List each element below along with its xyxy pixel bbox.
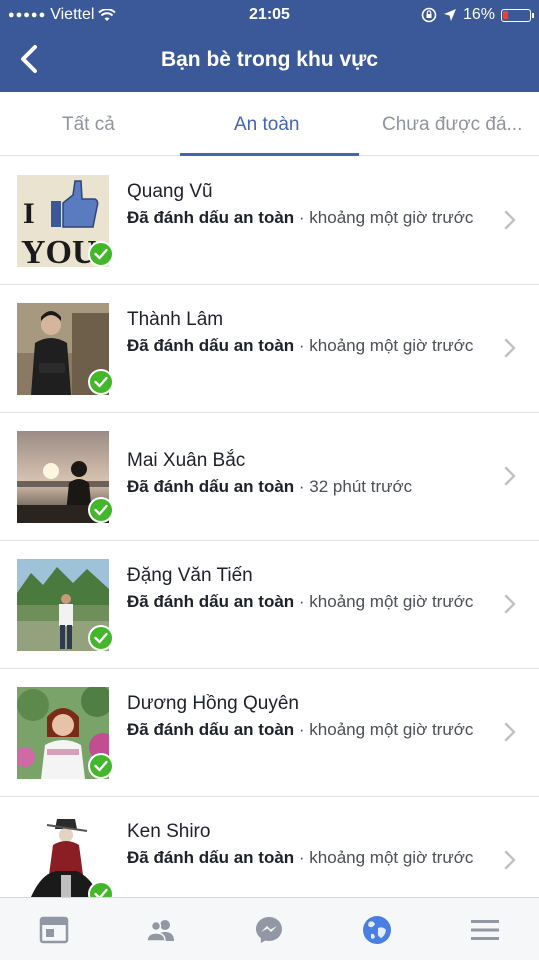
- chevron-right-icon: [504, 594, 516, 614]
- list-item[interactable]: Đặng Văn Tiến Đã đánh dấu an toàn · khoả…: [0, 541, 539, 669]
- bottom-tab-bar: [0, 897, 539, 960]
- safety-status: Đã đánh dấu an toàn · khoảng một giờ trư…: [127, 718, 477, 741]
- list-item[interactable]: Mai Xuân Bắc Đã đánh dấu an toàn · 32 ph…: [0, 413, 539, 541]
- battery-percent: 16%: [462, 6, 495, 23]
- nav-bar: Bạn bè trong khu vực: [0, 30, 539, 92]
- safety-status: Đã đánh dấu an toàn · khoảng một giờ trư…: [127, 846, 477, 869]
- safety-status: Đã đánh dấu an toàn · khoảng một giờ trư…: [127, 590, 477, 613]
- chevron-right-icon: [504, 210, 516, 230]
- safe-check-icon: [88, 369, 114, 395]
- friend-name: Mai Xuân Bắc: [127, 450, 246, 471]
- safety-status-label: Đã đánh dấu an toàn: [127, 208, 295, 227]
- safety-status-label: Đã đánh dấu an toàn: [127, 592, 295, 611]
- safety-status: Đã đánh dấu an toàn · khoảng một giờ trư…: [127, 206, 477, 229]
- friends-list: I YOU Quang Vũ Đã đánh dấu an toàn · kho…: [0, 157, 539, 897]
- chevron-right-icon: [504, 338, 516, 358]
- safety-status-time: · khoảng một giờ trước: [294, 336, 474, 355]
- safety-status-time: · khoảng một giờ trước: [294, 848, 474, 867]
- list-item[interactable]: Dương Hồng Quyên Đã đánh dấu an toàn · k…: [0, 669, 539, 797]
- safe-check-icon: [88, 241, 114, 267]
- location-icon: [443, 9, 456, 21]
- safety-status-label: Đã đánh dấu an toàn: [127, 477, 295, 496]
- chevron-right-icon: [504, 722, 516, 742]
- safety-status-label: Đã đánh dấu an toàn: [127, 720, 295, 739]
- safety-status-label: Đã đánh dấu an toàn: [127, 336, 295, 355]
- rotation-lock-icon: [421, 7, 437, 23]
- list-item[interactable]: I YOU Quang Vũ Đã đánh dấu an toàn · kho…: [0, 157, 539, 285]
- tab-not-marked[interactable]: Chưa được đá...: [382, 114, 522, 136]
- status-bar: ●●●●● Viettel 21:05 16%: [0, 0, 539, 30]
- svg-text:YOU: YOU: [21, 234, 97, 267]
- list-item[interactable]: Thành Lâm Đã đánh dấu an toàn · khoảng m…: [0, 285, 539, 413]
- friend-name: Quang Vũ: [127, 181, 213, 202]
- menu-icon[interactable]: [469, 914, 501, 946]
- active-tab-indicator: [180, 153, 359, 156]
- safety-status-time: · khoảng một giờ trước: [294, 720, 474, 739]
- friend-name: Ken Shiro: [127, 821, 211, 842]
- tab-all[interactable]: Tất cả: [62, 114, 115, 136]
- messenger-icon[interactable]: [253, 914, 285, 946]
- battery-icon: [501, 8, 534, 22]
- list-item[interactable]: Ken Shiro Đã đánh dấu an toàn · khoảng m…: [0, 797, 539, 897]
- svg-text:I: I: [23, 197, 35, 230]
- news-feed-icon[interactable]: [38, 914, 70, 946]
- friend-name: Dương Hồng Quyên: [127, 693, 299, 714]
- safety-status-time: · khoảng một giờ trước: [294, 592, 474, 611]
- friends-icon[interactable]: [145, 914, 177, 946]
- safety-status: Đã đánh dấu an toàn · khoảng một giờ trư…: [127, 334, 477, 357]
- chevron-right-icon: [504, 850, 516, 870]
- safety-status: Đã đánh dấu an toàn · 32 phút trước: [127, 475, 477, 498]
- safe-check-icon: [88, 881, 114, 897]
- safety-status-label: Đã đánh dấu an toàn: [127, 848, 295, 867]
- safe-check-icon: [88, 753, 114, 779]
- page-title: Bạn bè trong khu vực: [160, 48, 379, 71]
- globe-icon[interactable]: [361, 914, 393, 946]
- chevron-right-icon: [504, 466, 516, 486]
- top-bar: ●●●●● Viettel 21:05 16% Bạn bè trong khu…: [0, 0, 539, 92]
- tab-safe[interactable]: An toàn: [234, 114, 300, 136]
- friend-name: Thành Lâm: [127, 309, 224, 330]
- safe-check-icon: [88, 497, 114, 523]
- tab-bar: Tất cả An toàn Chưa được đá...: [0, 92, 539, 156]
- safety-status-time: · 32 phút trước: [294, 477, 413, 496]
- safety-status-time: · khoảng một giờ trước: [294, 208, 474, 227]
- friend-name: Đặng Văn Tiến: [127, 565, 253, 586]
- safe-check-icon: [88, 625, 114, 651]
